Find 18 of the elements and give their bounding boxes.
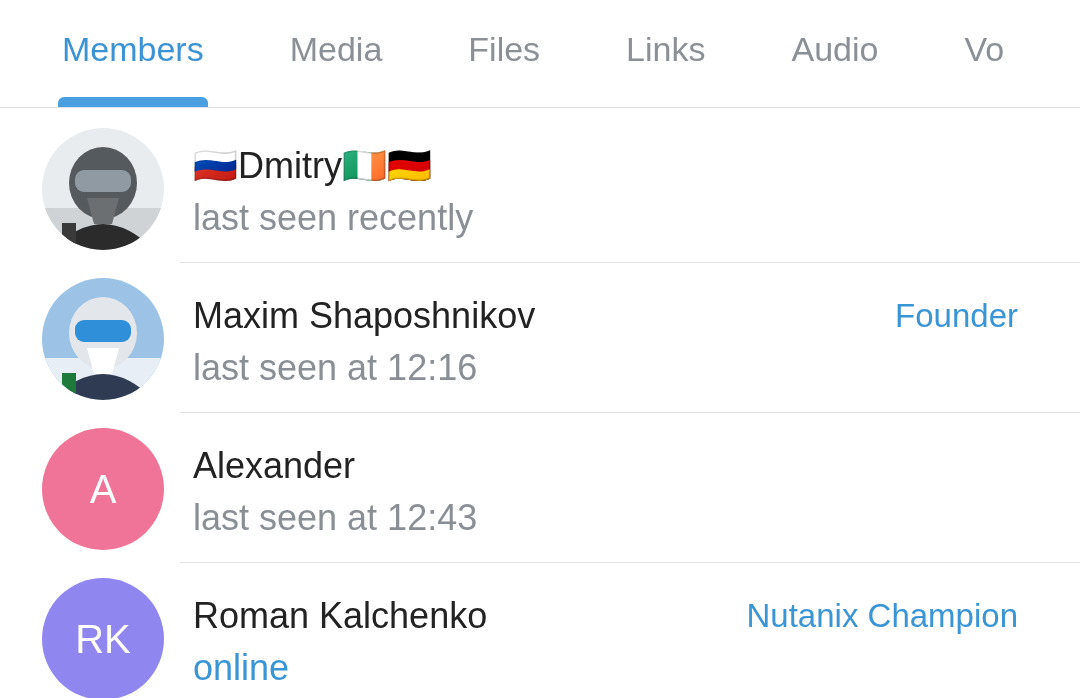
tab[interactable]: Files (464, 0, 545, 107)
avatar: A (42, 428, 164, 550)
member-name: Maxim Shaposhnikov (193, 294, 536, 338)
member-role: Founder (895, 296, 1018, 336)
tab[interactable]: Links (622, 0, 710, 107)
tab[interactable]: Members (58, 0, 208, 107)
member-name: Roman Kalchenko (193, 594, 488, 638)
member-status: last seen recently (193, 199, 474, 237)
tab[interactable]: Audio (787, 0, 883, 107)
tab[interactable]: Media (285, 0, 387, 107)
tab[interactable]: Vo (960, 0, 1009, 107)
member-role: Nutanix Champion (746, 596, 1018, 636)
member-status: last seen at 12:16 (193, 349, 478, 387)
member-name: Alexander (193, 444, 356, 488)
member-status: last seen at 12:43 (193, 499, 478, 537)
member-name: 🇷🇺Dmitry🇮🇪🇩🇪 (193, 144, 432, 188)
avatar: RK (42, 578, 164, 698)
member-status: online (193, 649, 290, 687)
